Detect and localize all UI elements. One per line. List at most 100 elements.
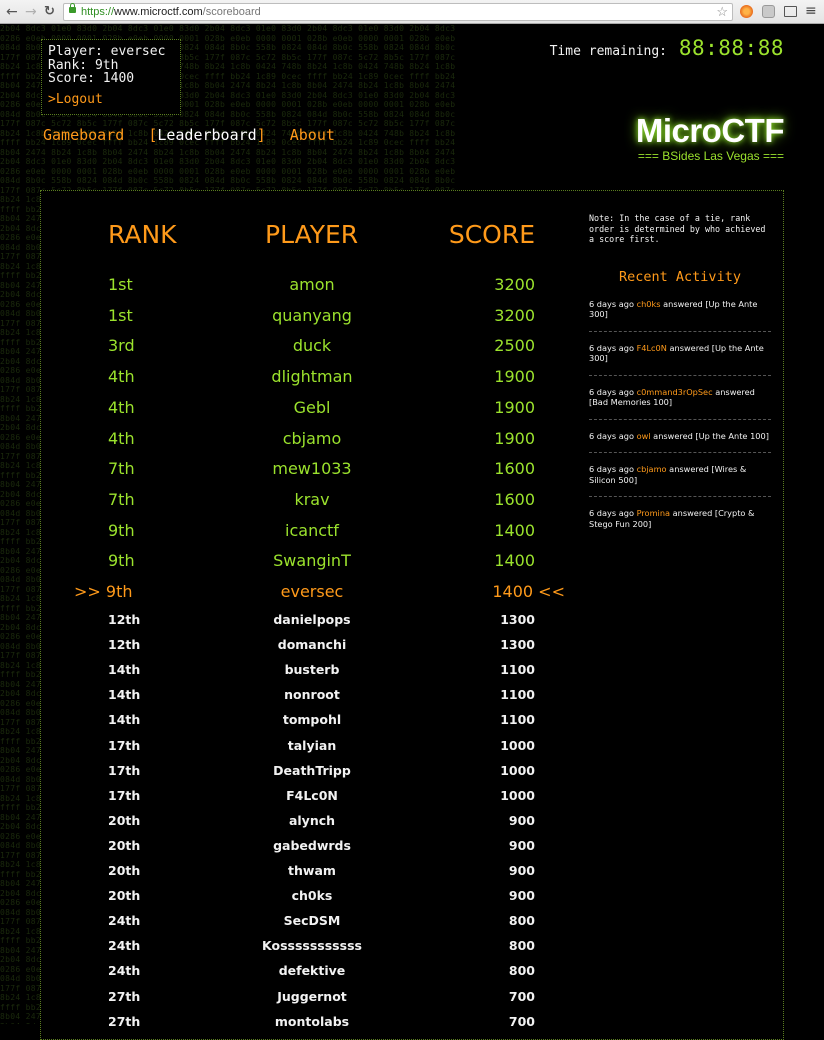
player-cell: F4Lc0N (286, 787, 338, 803)
back-icon[interactable]: ← (6, 3, 18, 21)
score-cell: 1600 (494, 459, 535, 479)
logo-subtitle: === BSides Las Vegas === (637, 149, 784, 163)
rank-cell: 20th (108, 863, 141, 878)
score-cell: 700 (508, 988, 535, 1004)
recent-activity-title: Recent Activity (619, 268, 741, 285)
player-cell: Gebl (293, 397, 331, 417)
score-cell: 1400 << (492, 582, 565, 601)
table-row: 1st quanyang 3200 (41, 306, 581, 336)
nav-leaderboard[interactable]: [Leaderboard] (148, 126, 265, 144)
activity-player: c0mmand3rOpSec (636, 386, 713, 397)
main-nav: Gameboard [Leaderboard] About (43, 126, 350, 144)
player-cell: thwam (288, 863, 336, 878)
player-cell: eversec (280, 582, 344, 601)
bracket-close: ] (256, 126, 266, 144)
score-cell: 2500 (494, 336, 535, 356)
player-cell: alynch (288, 812, 336, 828)
score-cell: 1000 (500, 737, 535, 753)
activity-item: 6 days ago cbjamo answered [Wires & Sili… (589, 464, 771, 497)
rank-cell: 14th (108, 687, 141, 703)
activity-time: 6 days ago (589, 464, 634, 474)
address-bar[interactable]: https://www.microctf.com/scoreboard ☆ (63, 3, 733, 21)
table-row: 7th mew1033 1600 (41, 459, 581, 489)
player-cell: domanchi (277, 637, 347, 653)
player-cell: Kosssssssssss (262, 938, 362, 954)
rank-cell: 1st (108, 275, 133, 294)
score-cell: 1000 (500, 762, 535, 778)
player-cell: quanyang (272, 305, 352, 325)
player-cell: amon (289, 275, 335, 294)
bracket-open: [ (148, 126, 158, 144)
table-row: 4th Gebl 1900 (41, 398, 581, 428)
activity-player: ch0ks (636, 298, 661, 309)
player-cell: montolabs (274, 1013, 350, 1029)
rank-cell: 17th (108, 737, 141, 753)
url-path: /scoreboard (202, 6, 261, 18)
extension-icon[interactable] (762, 5, 775, 18)
time-remaining: Time remaining: 88:88:88 (550, 36, 784, 60)
player-cell: SwanginT (273, 551, 351, 571)
score-cell: 900 (508, 812, 535, 828)
score-cell: 3200 (494, 305, 535, 325)
activity-player: cbjamo (636, 464, 667, 474)
logout-link[interactable]: >Logout (48, 92, 180, 107)
player-rank: Rank: 9th (48, 57, 119, 73)
player-cell: talyian (287, 737, 337, 753)
activity-player: Promina (636, 508, 671, 518)
rank-cell: 4th (108, 397, 135, 417)
rank-cell: 4th (108, 367, 135, 387)
nav-gameboard[interactable]: Gameboard (43, 126, 124, 144)
activity-detail: answered [Up the Ante 100] (653, 430, 769, 441)
recent-activity-list: 6 days ago ch0ks answered [Up the Ante 3… (589, 299, 771, 541)
player-info-box: Player: eversec Rank: 9th Score: 1400 >L… (41, 39, 181, 115)
rank-cell: 9th (108, 520, 135, 540)
score-cell: 1900 (494, 367, 535, 387)
score-cell: 1900 (494, 397, 535, 417)
score-cell: 1100 (500, 687, 535, 703)
rank-cell: 20th (108, 888, 141, 904)
nav-about[interactable]: About (290, 126, 335, 144)
player-cell: busterb (284, 662, 340, 678)
rank-cell: 4th (108, 428, 135, 448)
sidebar: Note: In the case of a tie, rank order i… (589, 213, 771, 551)
lock-icon (69, 3, 76, 13)
scoreboard-panel: RANK PLAYER SCORE 1st amon 3200 1st quanyang… (40, 190, 784, 1040)
table-row: 7th krav 1600 (41, 490, 581, 520)
site-logo: MicroCTF === BSides Las Vegas === (636, 112, 785, 163)
url-host: www.microctf.com (114, 6, 203, 18)
cast-icon[interactable] (784, 6, 797, 17)
activity-player: owl (636, 430, 651, 441)
score-cell: 1300 (500, 637, 535, 653)
rank-cell: 12th (108, 637, 141, 653)
player-cell: cbjamo (282, 428, 342, 448)
menu-icon[interactable]: ≡ (805, 3, 817, 19)
url-text: https://www.microctf.com/scoreboard (81, 4, 261, 20)
player-name: Player: eversec (48, 44, 166, 59)
activity-item: 6 days ago ch0ks answered [Up the Ante 3… (589, 299, 771, 332)
rank-cell: 20th (108, 837, 141, 853)
rank-cell: 12th (108, 612, 141, 627)
score-cell: 800 (508, 913, 535, 929)
score-cell: 900 (508, 837, 535, 853)
star-icon[interactable]: ☆ (716, 4, 728, 20)
player-cell: Juggernot (277, 988, 347, 1004)
extension-icon[interactable] (740, 5, 753, 18)
url-scheme: https:// (81, 6, 115, 18)
table-row: 9th SwanginT 1400 (41, 551, 581, 581)
score-cell: 1300 (500, 612, 535, 627)
score-cell: 1400 (494, 551, 535, 571)
rank-cell: 24th (108, 963, 141, 979)
player-cell: krav (294, 489, 330, 509)
reload-icon[interactable]: ↻ (44, 3, 55, 21)
table-row: 1st amon 3200 (41, 275, 581, 305)
rank-cell: 7th (108, 489, 135, 509)
forward-icon[interactable]: → (25, 3, 37, 21)
score-cell: 900 (508, 863, 535, 878)
score-cell: 700 (508, 1013, 535, 1029)
rank-cell: 24th (108, 938, 141, 954)
score-cell: 1100 (500, 712, 535, 728)
activity-time: 6 days ago (589, 430, 634, 441)
player-cell: DeathTripp (273, 762, 351, 778)
rank-cell: 14th (108, 662, 141, 678)
player-cell: defektive (278, 963, 346, 979)
